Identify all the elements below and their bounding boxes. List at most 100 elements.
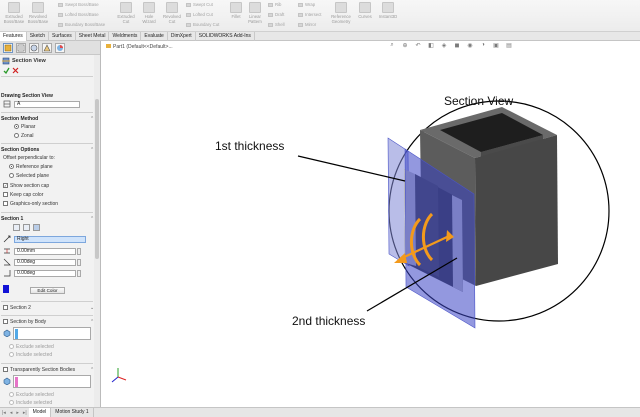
x-rotation-spinner[interactable] <box>77 259 81 266</box>
boundary-boss-button[interactable]: Boundary Boss/Base <box>58 22 105 27</box>
show-section-cap-checkbox[interactable]: ✓ <box>3 183 8 188</box>
transparent-exclude-radio[interactable] <box>9 392 14 397</box>
body-exclude-radio[interactable] <box>9 344 14 349</box>
lofted-boss-button[interactable]: Lofted Boss/Base <box>58 12 99 17</box>
display-pie-icon <box>57 45 63 51</box>
ok-check-icon[interactable] <box>3 67 10 74</box>
tab-features[interactable]: Features <box>0 32 27 41</box>
tab-dimxpert[interactable]: DimXpert <box>168 32 196 41</box>
transparent-bodies-checkbox[interactable] <box>3 367 8 372</box>
edit-color-button[interactable]: Edit Color <box>30 287 65 294</box>
last-tab-arrow-icon[interactable]: ▸| <box>21 410 29 416</box>
reference-geometry-button[interactable]: Reference Geometry <box>328 2 354 24</box>
configuration-manager-tab[interactable] <box>29 43 39 53</box>
section-by-body-checkbox[interactable] <box>3 319 8 324</box>
scrollbar-thumb[interactable] <box>95 99 99 259</box>
x-rotation-icon <box>3 258 11 266</box>
section-name-field[interactable]: A <box>14 101 80 108</box>
draft-button[interactable]: Draft <box>268 12 284 17</box>
section-options-heading: Section Options <box>1 147 40 153</box>
section-plane-field[interactable]: Right <box>14 236 86 243</box>
tab-solidworks-addins[interactable]: SOLIDWORKS Add-Ins <box>196 32 255 41</box>
model-graphics <box>111 100 610 383</box>
section-by-body-label: Section by Body <box>10 319 47 325</box>
swept-cut-button[interactable]: Swept Cut <box>186 2 213 7</box>
graphics-only-checkbox[interactable] <box>3 201 8 206</box>
tab-motion-study-1[interactable]: Motion Study 1 <box>51 408 94 417</box>
intersect-button[interactable]: Intersect <box>298 12 321 17</box>
offset-distance-field[interactable]: 0.00mm <box>14 248 76 255</box>
feature-manager-tab[interactable] <box>3 43 13 53</box>
tab-surfaces[interactable]: Surfaces <box>49 32 76 41</box>
body-include-label: Include selected <box>16 352 53 358</box>
tab-sketch[interactable]: Sketch <box>27 32 50 41</box>
first-thickness-annotation: 1st thickness <box>215 139 285 153</box>
reference-plane-radio[interactable] <box>9 164 14 169</box>
cancel-x-icon[interactable] <box>12 67 19 74</box>
dimxpert-manager-tab[interactable] <box>42 43 52 53</box>
separator <box>1 143 93 144</box>
offset-perpendicular-label: Offset perpendicular to: <box>3 155 55 161</box>
plane-selection-icon <box>3 235 11 243</box>
property-manager-tab[interactable] <box>16 43 26 53</box>
top-plane-icon[interactable] <box>23 224 30 231</box>
y-rotation-spinner[interactable] <box>77 270 81 277</box>
lofted-cut-icon <box>186 12 191 17</box>
planar-label: Planar <box>21 124 36 130</box>
swept-boss-button[interactable]: Swept Boss/Base <box>58 2 99 7</box>
keep-cap-color-checkbox[interactable] <box>3 192 8 197</box>
command-tab-bar: Features Sketch Surfaces Sheet Metal Wel… <box>0 32 640 41</box>
curves-button[interactable]: Curves <box>356 2 374 19</box>
transparent-include-radio[interactable] <box>9 400 14 405</box>
rib-button[interactable]: Rib <box>268 2 281 7</box>
hole-wizard-button[interactable]: Hole Wizard <box>139 2 159 24</box>
extruded-cut-button[interactable]: Extruded Cut <box>115 2 137 24</box>
mirror-button[interactable]: Mirror <box>298 22 316 27</box>
transparent-exclude-label: Exclude selected <box>16 392 54 398</box>
planar-radio[interactable] <box>14 124 19 129</box>
instant3d-button[interactable]: Instant3D <box>377 2 399 19</box>
front-plane-icon[interactable] <box>13 224 20 231</box>
revolved-cut-icon <box>166 2 178 13</box>
section2-checkbox[interactable] <box>3 305 8 310</box>
tab-weldments[interactable]: Weldments <box>109 32 142 41</box>
graphics-viewport[interactable]: Part1 (Default<<Default>... ⌕ ⊕ ↶ ◧ ◈ ◼ … <box>102 41 640 407</box>
lofted-boss-icon <box>58 12 63 17</box>
instant3d-icon <box>382 2 394 13</box>
y-rotation-field[interactable]: 0.00deg <box>14 270 76 277</box>
transparent-bodies-list[interactable] <box>13 375 91 388</box>
shell-icon <box>268 22 273 27</box>
panel-scrollbar[interactable] <box>94 55 100 407</box>
tab-model[interactable]: Model <box>28 408 52 417</box>
section-name-icon <box>3 100 11 108</box>
transparent-bodies-label: Transparently Section Bodies <box>10 367 76 373</box>
intersect-icon <box>298 12 303 17</box>
wrap-icon <box>298 2 303 7</box>
tab-evaluate[interactable]: Evaluate <box>141 32 168 41</box>
x-rotation-field[interactable]: 0.00deg <box>14 259 76 266</box>
fillet-button[interactable]: Fillet <box>228 2 244 19</box>
section-by-body-list[interactable] <box>13 327 91 340</box>
fillet-icon <box>230 2 242 13</box>
body-include-radio[interactable] <box>9 352 14 357</box>
wrap-button[interactable]: Wrap <box>298 2 315 7</box>
zonal-label: Zonal <box>21 133 34 139</box>
boundary-cut-button[interactable]: Boundary Cut <box>186 22 219 27</box>
linear-pattern-button[interactable]: Linear Pattern <box>246 2 264 24</box>
right-plane-icon[interactable] <box>33 224 40 231</box>
lofted-cut-button[interactable]: Lofted Cut <box>186 12 213 17</box>
curves-icon <box>359 2 371 13</box>
first-tab-arrow-icon[interactable]: |◂ <box>0 410 8 416</box>
offset-spinner[interactable] <box>77 248 81 255</box>
display-manager-tab[interactable] <box>55 43 65 53</box>
revolved-cut-button[interactable]: Revolved Cut <box>161 2 183 24</box>
zonal-radio[interactable] <box>14 133 19 138</box>
shell-button[interactable]: Shell <box>268 22 285 27</box>
tab-sheet-metal[interactable]: Sheet Metal <box>76 32 110 41</box>
selected-plane-radio[interactable] <box>9 173 14 178</box>
revolved-boss-button[interactable]: Revolved Boss/Base <box>27 2 49 24</box>
separator <box>1 212 93 213</box>
separator <box>1 76 93 77</box>
extruded-boss-button[interactable]: Extruded Boss/Base <box>3 2 25 24</box>
manager-tabs <box>0 41 100 55</box>
